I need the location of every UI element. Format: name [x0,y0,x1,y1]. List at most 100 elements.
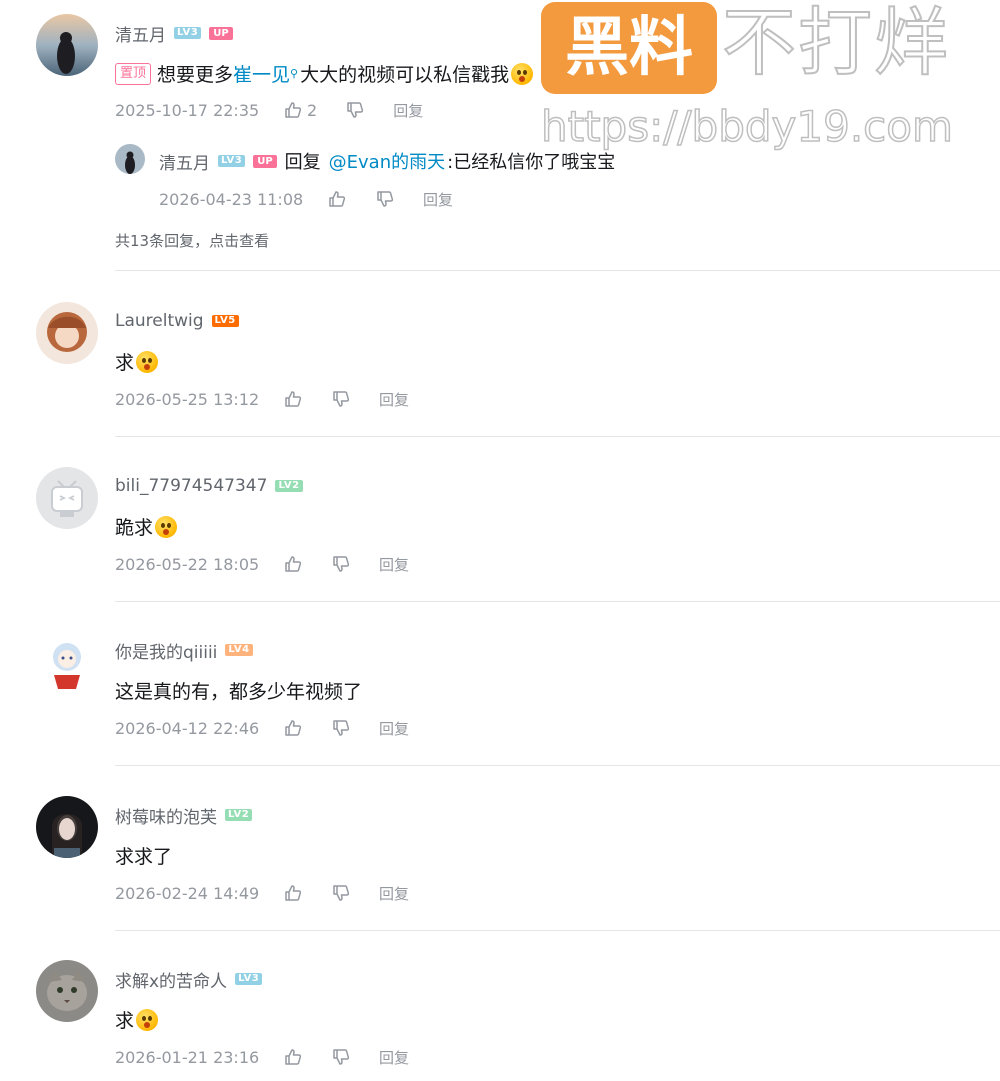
like-button[interactable]: 2 [283,100,317,120]
username-row: Laureltwig LV5 [115,309,239,333]
timestamp: 2026-04-12 22:46 [115,718,260,738]
comment-meta: 2026-01-21 23:16 回复 [115,1046,409,1068]
thumbs-down-icon [333,885,350,901]
view-more-replies[interactable]: 共13条回复，点击查看 [115,230,269,251]
sub-reply: 清五月 LV3 UP 回复 @Evan的雨天 :已经私信你了哦宝宝 2026-0… [115,140,995,220]
username-row: 求解x的苦命人 LV3 [115,967,263,992]
dislike-button[interactable] [331,718,351,738]
username[interactable]: 树莓味的泡芙 [115,803,217,828]
comment-meta: 2025-10-17 22:35 2 回复 [115,99,423,121]
emoji-icon [136,1008,159,1031]
username-row: 树莓味的泡芙 LV2 [115,803,253,828]
comment-item: 你是我的qiiiii LV4 这是真的有，都多少年视频了 2026-04-12 … [0,601,1000,766]
thumbs-down-icon [333,556,350,572]
timestamp: 2026-01-21 23:16 [115,1047,260,1067]
level-badge: LV2 [275,480,303,492]
dislike-button[interactable] [331,883,351,903]
up-badge: UP [209,26,233,40]
comment-text-part: 想要更多 [157,64,234,86]
comment-item: 求解x的苦命人 LV3 求 2026-01-21 23:16 回复 [0,930,1000,1080]
search-link[interactable]: 崔一见 [233,60,290,87]
comment-content: 这是真的有，都多少年视频了 [115,677,362,704]
like-count: 2 [307,100,318,120]
watermark-badge: 黑料 [541,2,717,94]
like-button[interactable] [283,883,303,903]
emoji-icon [511,62,534,85]
reply-button[interactable]: 回复 [423,189,453,210]
username[interactable]: Laureltwig [115,311,204,331]
dislike-button[interactable] [345,100,365,120]
emoji-icon [155,515,178,538]
username[interactable]: 清五月 [115,21,166,46]
reply-button[interactable]: 回复 [379,718,409,739]
avatar[interactable] [36,302,98,364]
comment-text: 这是真的有，都多少年视频了 [115,681,363,703]
like-button[interactable] [283,389,303,409]
dislike-button[interactable] [331,554,351,574]
comment-meta: 2026-04-23 11:08 回复 [159,188,453,210]
timestamp: 2026-05-25 13:12 [115,389,260,409]
username[interactable]: 你是我的qiiiii [115,638,217,663]
timestamp: 2026-05-22 18:05 [115,554,260,574]
mention-link[interactable]: @Evan的雨天 [329,148,445,174]
emoji-icon [136,350,159,373]
timestamp: 2026-02-24 14:49 [115,883,260,903]
comment-content: 求求了 [115,842,172,869]
level-badge: LV3 [174,27,202,39]
like-button[interactable] [283,1047,303,1067]
thumbs-up-icon [285,391,302,407]
reply-button[interactable]: 回复 [379,389,409,410]
like-button[interactable] [283,554,303,574]
thumbs-up-icon [285,102,302,118]
thumbs-up-icon [285,556,302,572]
reply-word: 回复 [284,152,321,173]
comment-meta: 2026-05-22 18:05 回复 [115,553,409,575]
username[interactable]: bili_77974547347 [115,476,267,496]
comment-meta: 2026-02-24 14:49 回复 [115,882,409,904]
avatar[interactable] [115,144,145,174]
thumbs-up-icon [285,720,302,736]
reply-button[interactable]: 回复 [379,1047,409,1068]
timestamp: 2026-04-23 11:08 [159,189,304,209]
like-button[interactable] [327,189,347,209]
comment-meta: 2026-04-12 22:46 回复 [115,717,409,739]
comment-content: 求 [115,1006,159,1033]
username[interactable]: 清五月 [159,149,210,174]
avatar[interactable] [36,467,98,529]
comment-item: Laureltwig LV5 求 2026-05-25 13:12 回复 [0,272,1000,437]
comment-text: 求求了 [115,846,173,868]
thumbs-up-icon [285,885,302,901]
dislike-button[interactable] [331,1047,351,1067]
comment-content: 置顶 想要更多 崔一见 ⚲ 大大的视频可以私信戳我 [115,60,534,87]
username-row: 清五月 LV3 UP [115,21,233,46]
level-badge: LV5 [211,315,239,327]
level-badge: LV2 [225,809,253,821]
comment-text-part: 大大的视频可以私信戳我 [300,64,510,86]
search-icon[interactable]: ⚲ [290,67,298,80]
comment-text: 求 [115,352,135,374]
username-row: 你是我的qiiiii LV4 [115,638,253,663]
comment-text: 跪求 [115,517,154,539]
username-row: bili_77974547347 LV2 [115,474,303,498]
avatar[interactable] [36,14,98,76]
thumbs-up-icon [329,191,346,207]
reply-button[interactable]: 回复 [379,554,409,575]
comment-text: 求 [115,1010,135,1032]
level-badge: LV3 [235,973,263,985]
divider [115,270,1000,271]
comment-meta: 2026-05-25 13:12 回复 [115,388,409,410]
reply-button[interactable]: 回复 [393,100,423,121]
thumbs-down-icon [333,720,350,736]
level-badge: LV4 [225,644,253,656]
dislike-button[interactable] [331,389,351,409]
username[interactable]: 求解x的苦命人 [115,967,227,992]
like-button[interactable] [283,718,303,738]
avatar[interactable] [36,960,98,1022]
level-badge: LV3 [218,155,246,167]
pinned-tag: 置顶 [115,62,152,85]
avatar[interactable] [36,796,98,858]
reply-button[interactable]: 回复 [379,883,409,904]
dislike-button[interactable] [375,189,395,209]
avatar[interactable] [36,631,98,693]
thumbs-up-icon [285,1049,302,1065]
